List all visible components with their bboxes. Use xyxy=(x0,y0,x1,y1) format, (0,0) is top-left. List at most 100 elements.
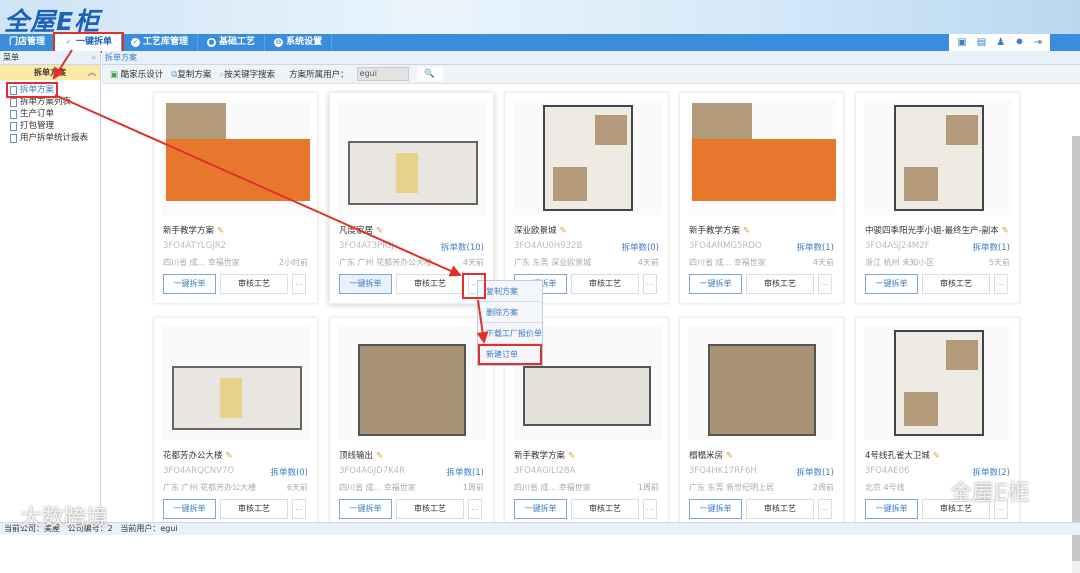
split-count[interactable]: 拆单数(1) xyxy=(446,466,484,478)
review-craft-button[interactable]: 审核工艺 xyxy=(571,274,639,294)
floor-plan-thumbnail[interactable] xyxy=(162,101,310,215)
more-button[interactable]: ... xyxy=(468,499,482,519)
split-count[interactable]: 拆单数(10) xyxy=(441,241,484,253)
search-button[interactable]: 🔍 xyxy=(416,67,443,81)
more-button[interactable]: ... xyxy=(292,499,306,519)
one-click-split-button[interactable]: 一键拆单 xyxy=(689,274,742,294)
one-click-split-button[interactable]: 一键拆单 xyxy=(339,274,392,294)
user-icon[interactable]: ♟ xyxy=(996,37,1005,48)
nav-one-click-split[interactable]: ✓ 一键拆单 xyxy=(53,32,125,53)
nav-craft-library[interactable]: ✓ 工艺库管理 xyxy=(122,34,199,51)
sidebar-title: 菜单 xyxy=(3,53,19,62)
status-bar: 当前公司：美屋 公司编号：2 当前用户：egui xyxy=(0,522,1080,535)
keyword-search-button[interactable]: ⌕按关键字搜索 xyxy=(219,68,275,80)
plan-time: 1周前 xyxy=(637,483,659,492)
floor-plan-thumbnail[interactable] xyxy=(688,326,836,440)
logout-icon[interactable]: ⇥ xyxy=(1034,37,1042,48)
pencil-icon[interactable]: ✎ xyxy=(743,226,750,236)
pencil-icon[interactable]: ✎ xyxy=(1002,226,1009,236)
copy-plan-button[interactable]: ⧉复制方案 xyxy=(171,68,211,80)
one-click-split-button[interactable]: 一键拆单 xyxy=(865,499,918,519)
split-count[interactable]: 拆单数(1) xyxy=(796,241,834,253)
pencil-icon[interactable]: ✎ xyxy=(376,451,383,461)
document-icon xyxy=(10,121,17,131)
split-count[interactable]: 拆单数(0) xyxy=(621,241,659,253)
pencil-icon[interactable]: ✎ xyxy=(568,451,575,461)
menu-delete-plan[interactable]: 删除方案 xyxy=(478,302,542,323)
one-click-split-button[interactable]: 一键拆单 xyxy=(339,499,392,519)
review-craft-button[interactable]: 审核工艺 xyxy=(571,499,639,519)
scrollbar[interactable] xyxy=(1072,136,1080,573)
plan-time: 4天前 xyxy=(462,258,484,267)
more-button[interactable]: ... xyxy=(994,274,1008,294)
plan-card[interactable]: 新手教学方案 ✎ 3FO4ATYLGJR2 四川省 成... 幸福世家 2小时前 … xyxy=(153,92,318,304)
more-button[interactable]: ... xyxy=(292,274,306,294)
review-craft-button[interactable]: 审核工艺 xyxy=(220,274,288,294)
menu-download-quote[interactable]: 下载工厂报价单 xyxy=(478,323,542,344)
home-icon[interactable]: ▣ xyxy=(957,37,966,48)
floor-plan-thumbnail[interactable] xyxy=(864,101,1012,215)
sidebar-item-production-order[interactable]: 生产订单 xyxy=(10,108,100,120)
floor-plan-thumbnail[interactable] xyxy=(338,326,486,440)
calendar-icon[interactable]: ▤ xyxy=(977,37,986,48)
pencil-icon[interactable]: ✎ xyxy=(726,451,733,461)
one-click-split-button[interactable]: 一键拆单 xyxy=(689,499,742,519)
floor-plan-thumbnail[interactable] xyxy=(513,101,661,215)
menu-new-order[interactable]: 新建订单 xyxy=(478,344,542,365)
header-tools: ▣ ▤ ♟ ✹ ⇥ xyxy=(949,34,1050,51)
split-count[interactable]: 拆单数(1) xyxy=(796,466,834,478)
nav-system-settings[interactable]: ⊖ 系统设置 xyxy=(265,34,333,51)
collapse-icon[interactable]: « xyxy=(91,51,96,64)
owner-input[interactable]: egui xyxy=(356,67,409,81)
more-button[interactable]: ... xyxy=(643,274,657,294)
menu-copy-plan[interactable]: 复制方案 xyxy=(478,281,542,302)
review-craft-button[interactable]: 审核工艺 xyxy=(220,499,288,519)
floor-plan-thumbnail[interactable] xyxy=(162,326,310,440)
review-craft-button[interactable]: 审核工艺 xyxy=(922,274,990,294)
design-button[interactable]: ▣ 酷家乐设计 xyxy=(110,68,163,80)
title-text: 凡度家居 xyxy=(339,226,374,236)
plan-time: 1周前 xyxy=(462,483,484,492)
chevron-up-icon[interactable]: ︽ xyxy=(88,65,96,80)
split-count[interactable]: 拆单数(0) xyxy=(270,466,308,478)
review-craft-button[interactable]: 审核工艺 xyxy=(746,499,814,519)
plan-card[interactable]: 新手教学方案 ✎ 3FO4ARMG5RDO 拆单数(1) 四川省 成... 幸福世… xyxy=(679,92,844,304)
pencil-icon[interactable]: ✎ xyxy=(933,451,940,461)
plan-code: 3FO4AGILI2BA xyxy=(514,466,576,476)
review-craft-button[interactable]: 审核工艺 xyxy=(396,274,464,294)
sidebar-item-packing[interactable]: 打包管理 xyxy=(10,120,100,132)
pencil-icon[interactable]: ✎ xyxy=(376,226,383,236)
plan-card[interactable]: 榻榻米房 ✎ 3FO4HK17RF6H 拆单数(1) 广东 东莞 新世纪明上居 2… xyxy=(679,317,844,529)
one-click-split-button[interactable]: 一键拆单 xyxy=(163,274,216,294)
one-click-split-button[interactable]: 一键拆单 xyxy=(865,274,918,294)
sidebar-item-split-plan-list[interactable]: 拆单方案列表 xyxy=(10,96,100,108)
nav-basic-craft[interactable]: ● 基础工艺 xyxy=(198,34,266,51)
main-panel: 拆单方案 ▣ 酷家乐设计 ⧉复制方案 ⌕按关键字搜索 方案所属用户： egui … xyxy=(102,51,1080,573)
one-click-split-button[interactable]: 一键拆单 xyxy=(163,499,216,519)
floor-plan-thumbnail[interactable] xyxy=(338,101,486,215)
one-click-split-button[interactable]: 一键拆单 xyxy=(514,499,567,519)
nav-store-management[interactable]: 门店管理 xyxy=(0,34,56,51)
review-craft-button[interactable]: 审核工艺 xyxy=(746,274,814,294)
more-button[interactable]: ... xyxy=(643,499,657,519)
sidebar-item-split-plan[interactable]: 拆单方案 xyxy=(6,82,58,98)
pencil-icon[interactable]: ✎ xyxy=(560,226,567,236)
review-craft-button[interactable]: 审核工艺 xyxy=(396,499,464,519)
plan-card[interactable]: 顶线输出 ✎ 3FO4AGJD7K4R 拆单数(1) 四川省 成... 幸福世家 … xyxy=(329,317,494,529)
gear-icon[interactable]: ✹ xyxy=(1015,37,1023,48)
more-button[interactable]: ... xyxy=(818,499,832,519)
split-count[interactable]: 拆单数(1) xyxy=(972,241,1010,253)
plan-card[interactable]: 中骏四季阳光李小姐-最终生产-副本 ✎ 3FO4ASJ24M2F 拆单数(1) 浙… xyxy=(855,92,1020,304)
sidebar-group[interactable]: 拆单方案 ︽ xyxy=(0,65,100,80)
pencil-icon[interactable]: ✎ xyxy=(217,226,224,236)
pencil-icon[interactable]: ✎ xyxy=(226,451,233,461)
plan-title: 榻榻米房 ✎ xyxy=(689,449,733,461)
floor-plan-thumbnail[interactable] xyxy=(688,101,836,215)
scrollbar-thumb[interactable] xyxy=(1072,136,1080,561)
more-button[interactable]: ... xyxy=(818,274,832,294)
sidebar-item-stats-report[interactable]: 用户拆单统计报表 xyxy=(10,132,100,144)
item-label: 打包管理 xyxy=(20,121,55,131)
plan-card[interactable]: 深业欧景城 ✎ 3FO4AU0H932B 拆单数(0) 广东 东莞 深业欧景城 4… xyxy=(504,92,669,304)
floor-plan-thumbnail[interactable] xyxy=(864,326,1012,440)
plan-card[interactable]: 花都芳办公大楼 ✎ 3FO4ARQCNV7O 拆单数(0) 广东 广州 花都芳办公… xyxy=(153,317,318,529)
